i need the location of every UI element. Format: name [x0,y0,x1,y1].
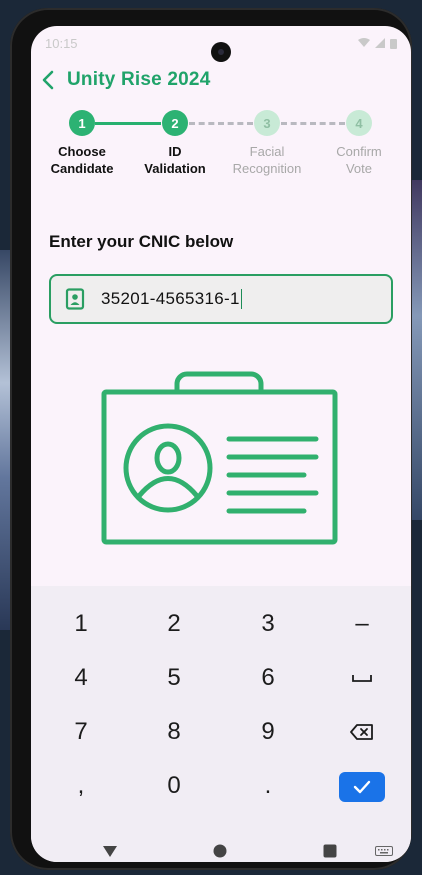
circle-icon [213,844,227,858]
key-comma[interactable]: , [36,761,126,811]
step-label: Confirm Vote [336,144,382,176]
id-card-icon [101,371,341,546]
step-number: 3 [254,110,280,136]
step-label: Choose Candidate [50,144,114,176]
triangle-down-icon [103,845,117,857]
wifi-icon [358,38,370,47]
key-dash[interactable]: – [317,599,407,649]
done-key[interactable] [339,772,385,802]
step-label: Facial Recognition [232,144,302,176]
keyboard-switch-button[interactable] [375,846,393,858]
key-6[interactable]: 6 [223,653,313,703]
key-1[interactable]: 1 [36,599,126,649]
phone-frame: 10:15 Unity Rise 2024 1 Choose Candidate [10,8,412,870]
status-icons [358,38,397,49]
key-8[interactable]: 8 [129,707,219,757]
status-time: 10:15 [45,35,78,51]
step-number: 1 [69,110,95,136]
backspace-icon [350,724,373,740]
progress-stepper: 1 Choose Candidate 2 ID Validation 3 Fac… [31,106,411,206]
step-choose-candidate: 1 Choose Candidate [37,110,127,177]
nav-home-button[interactable] [213,844,227,858]
step-confirm-vote: 4 Confirm Vote [314,110,404,177]
key-4[interactable]: 4 [36,653,126,703]
cnic-value: 35201-4565316-1 [101,288,243,310]
key-3[interactable]: 3 [223,599,313,649]
space-bar-icon [352,675,372,682]
app-bar: Unity Rise 2024 [41,64,210,96]
cnic-prompt: Enter your CNIC below [49,232,234,251]
key-2[interactable]: 2 [129,599,219,649]
backspace-key[interactable] [317,707,407,757]
numeric-keyboard: 1 2 3 – 4 5 6 7 8 9 , 0 . [31,586,411,862]
square-icon [323,844,337,858]
app-title: Unity Rise 2024 [67,69,211,90]
key-period[interactable]: . [223,761,313,811]
step-number: 2 [162,110,188,136]
battery-icon [390,38,397,49]
nav-back-button[interactable] [101,844,119,858]
cnic-text: 35201-4565316-1 [101,288,240,308]
text-caret [240,289,243,310]
nav-recents-button[interactable] [323,844,337,858]
step-label: ID Validation [144,144,206,176]
step-facial-recognition: 3 Facial Recognition [222,110,312,177]
step-number: 4 [346,110,372,136]
cnic-input[interactable]: 35201-4565316-1 [49,274,393,324]
step-id-validation: 2 ID Validation [130,110,220,177]
id-badge-icon [65,288,85,310]
app-screen: 10:15 Unity Rise 2024 1 Choose Candidate [31,26,411,862]
checkmark-icon [353,780,371,794]
key-9[interactable]: 9 [223,707,313,757]
chevron-left-icon[interactable] [41,70,57,90]
key-7[interactable]: 7 [36,707,126,757]
keyboard-icon [375,846,393,856]
signal-icon [375,38,385,48]
front-camera [211,42,231,62]
key-0[interactable]: 0 [129,761,219,811]
space-key[interactable] [317,653,407,703]
key-5[interactable]: 5 [129,653,219,703]
